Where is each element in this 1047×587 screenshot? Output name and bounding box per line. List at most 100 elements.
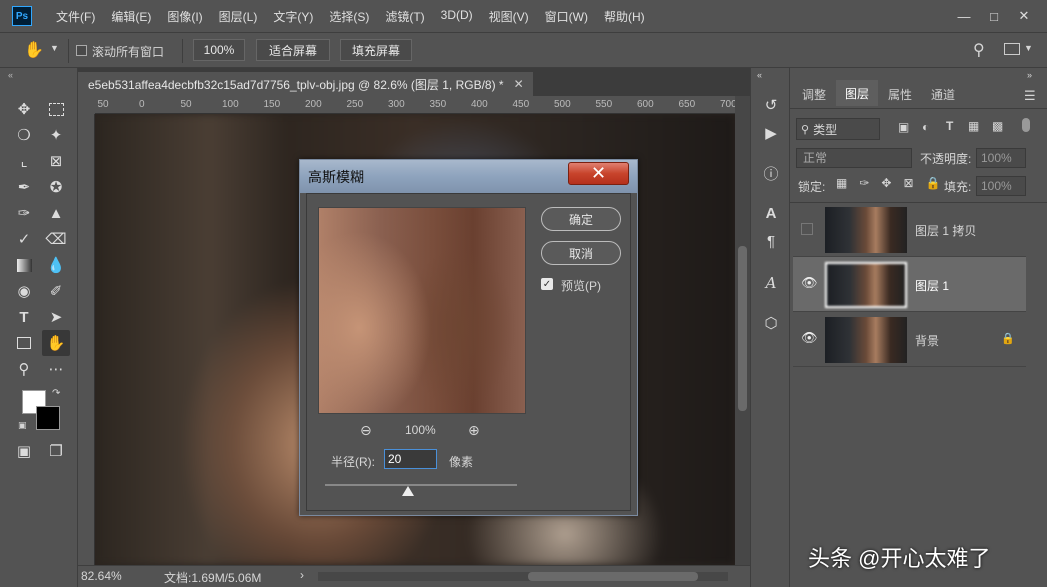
- maximize-icon[interactable]: □: [979, 5, 1009, 27]
- scroll-thumb[interactable]: [738, 246, 747, 411]
- chevron-down-icon[interactable]: ▼: [50, 43, 59, 53]
- lock-artboard-icon[interactable]: ⊠: [903, 176, 913, 190]
- stamp-tool-icon[interactable]: ▲: [45, 202, 67, 224]
- hand-tool-icon[interactable]: ✋: [42, 330, 70, 356]
- horizontal-scrollbar[interactable]: [318, 572, 728, 581]
- menu-item[interactable]: 图层(L): [211, 8, 266, 25]
- close-icon[interactable]: ✕: [514, 77, 524, 91]
- glyphs-icon[interactable]: A: [760, 272, 782, 294]
- menu-item[interactable]: 编辑(E): [103, 8, 159, 25]
- cancel-button[interactable]: 取消: [541, 241, 621, 265]
- lock-transparent-icon[interactable]: ▦: [836, 176, 847, 190]
- rectangle-tool-icon[interactable]: [13, 332, 35, 354]
- background-color-swatch[interactable]: [36, 406, 60, 430]
- frame-tool-icon[interactable]: ⊠: [45, 150, 67, 172]
- close-icon[interactable]: ✕: [568, 162, 629, 185]
- smart-object-filter-icon[interactable]: ▩: [992, 119, 1003, 133]
- menu-item[interactable]: 窗口(W): [537, 8, 596, 25]
- layer-row[interactable]: 👁 背景 🔒: [793, 312, 1026, 367]
- zoom-100-button[interactable]: 100%: [193, 39, 245, 61]
- tab-channels[interactable]: 通道: [922, 80, 964, 108]
- close-icon[interactable]: ✕: [1009, 5, 1039, 27]
- chevron-down-icon[interactable]: ▼: [1024, 43, 1033, 53]
- menu-item[interactable]: 图像(I): [159, 8, 210, 25]
- collapse-icon[interactable]: «: [8, 70, 13, 80]
- history-brush-icon[interactable]: ✓: [13, 228, 35, 250]
- dodge-tool-icon[interactable]: ◉: [13, 280, 35, 302]
- blend-mode-select[interactable]: 正常: [796, 148, 912, 168]
- lock-all-icon[interactable]: 🔒: [926, 176, 941, 190]
- zoom-in-icon[interactable]: ⊕: [468, 422, 480, 439]
- zoom-tool-icon[interactable]: ⚲: [13, 358, 35, 380]
- shape-filter-icon[interactable]: ▦: [968, 119, 979, 133]
- tab-properties[interactable]: 属性: [879, 80, 921, 108]
- gradient-tool-icon[interactable]: [13, 254, 35, 276]
- type-filter-icon[interactable]: T: [946, 119, 953, 133]
- healing-brush-icon[interactable]: ✪: [45, 176, 67, 198]
- chevron-right-icon[interactable]: ›: [300, 568, 304, 582]
- info-icon[interactable]: ⓘ: [760, 162, 782, 184]
- search-icon[interactable]: ⚲: [973, 40, 985, 60]
- eye-icon[interactable]: 👁: [801, 330, 818, 346]
- more-tools-icon[interactable]: ⋯: [45, 358, 67, 380]
- type-tool-icon[interactable]: T: [13, 306, 35, 328]
- fill-screen-button[interactable]: 填充屏幕: [340, 39, 412, 61]
- menu-item[interactable]: 选择(S): [321, 8, 377, 25]
- layer-filter-select[interactable]: ⚲ 类型: [796, 118, 880, 140]
- screen-mode-icon[interactable]: ❐: [45, 440, 67, 462]
- fit-screen-button[interactable]: 适合屏幕: [256, 39, 330, 61]
- tab-layers[interactable]: 图层: [836, 80, 878, 108]
- crop-tool-icon[interactable]: ⌞: [13, 150, 35, 172]
- magic-wand-icon[interactable]: ✦: [45, 124, 67, 146]
- default-colors-icon[interactable]: ▣: [18, 420, 27, 431]
- ok-button[interactable]: 确定: [541, 207, 621, 231]
- paragraph-icon[interactable]: ¶: [760, 230, 782, 252]
- opacity-field[interactable]: 100%: [976, 148, 1026, 168]
- swap-colors-icon[interactable]: ↷: [52, 388, 60, 399]
- minimize-icon[interactable]: —: [949, 5, 979, 27]
- marquee-tool-icon[interactable]: [45, 98, 67, 120]
- menu-item[interactable]: 文件(F): [48, 8, 103, 25]
- tab-adjustments[interactable]: 调整: [793, 80, 835, 108]
- eyedropper-icon[interactable]: ✒: [13, 176, 35, 198]
- document-tab[interactable]: e5eb531affea4decbfb32c15ad7d7756_tplv-ob…: [78, 72, 533, 96]
- eye-icon[interactable]: 👁: [801, 275, 818, 291]
- blur-tool-icon[interactable]: 💧: [45, 254, 67, 276]
- lock-paint-icon[interactable]: ✑: [859, 176, 869, 190]
- layer-row-selected[interactable]: 👁 图层 1: [793, 257, 1026, 312]
- quick-mask-icon[interactable]: ▣: [13, 440, 35, 462]
- layer-row[interactable]: 图层 1 拷贝: [793, 202, 1026, 257]
- 3d-icon[interactable]: ⬡: [760, 312, 782, 334]
- menu-item[interactable]: 视图(V): [481, 8, 537, 25]
- path-select-icon[interactable]: ➤: [45, 306, 67, 328]
- radius-input[interactable]: 20: [384, 449, 437, 469]
- panel-menu-icon[interactable]: ☰: [1024, 88, 1036, 104]
- blur-preview[interactable]: [318, 207, 526, 414]
- collapse-icon[interactable]: »: [1027, 70, 1032, 80]
- menu-item[interactable]: 3D(D): [433, 8, 481, 25]
- preview-checkbox[interactable]: ✓: [541, 278, 553, 290]
- brush-tool-icon[interactable]: ✑: [13, 202, 35, 224]
- adjustment-filter-icon[interactable]: ◐: [922, 120, 929, 134]
- eraser-tool-icon[interactable]: ⌫: [45, 228, 67, 250]
- scroll-all-checkbox[interactable]: [76, 45, 87, 56]
- fill-field[interactable]: 100%: [976, 176, 1026, 196]
- menu-item[interactable]: 帮助(H): [596, 8, 653, 25]
- lasso-tool-icon[interactable]: ❍: [13, 124, 35, 146]
- vertical-scrollbar[interactable]: [735, 96, 750, 565]
- filter-toggle[interactable]: [1022, 118, 1030, 132]
- visibility-toggle-empty[interactable]: [801, 223, 813, 235]
- menu-item[interactable]: 文字(Y): [265, 8, 321, 25]
- workspace-icon[interactable]: [1004, 43, 1020, 55]
- radius-slider-track[interactable]: [325, 484, 517, 486]
- character-icon[interactable]: A: [760, 202, 782, 224]
- status-zoom[interactable]: 82.64%: [81, 569, 122, 583]
- move-tool-icon[interactable]: ✥: [13, 98, 35, 120]
- collapse-icon[interactable]: «: [757, 70, 762, 80]
- image-filter-icon[interactable]: ▣: [898, 120, 909, 134]
- menu-item[interactable]: 滤镜(T): [377, 8, 432, 25]
- zoom-out-icon[interactable]: ⊖: [360, 422, 372, 439]
- history-icon[interactable]: ↺: [760, 94, 782, 116]
- hand-tool-icon[interactable]: ✋: [24, 40, 44, 60]
- actions-play-icon[interactable]: ▶: [760, 122, 782, 144]
